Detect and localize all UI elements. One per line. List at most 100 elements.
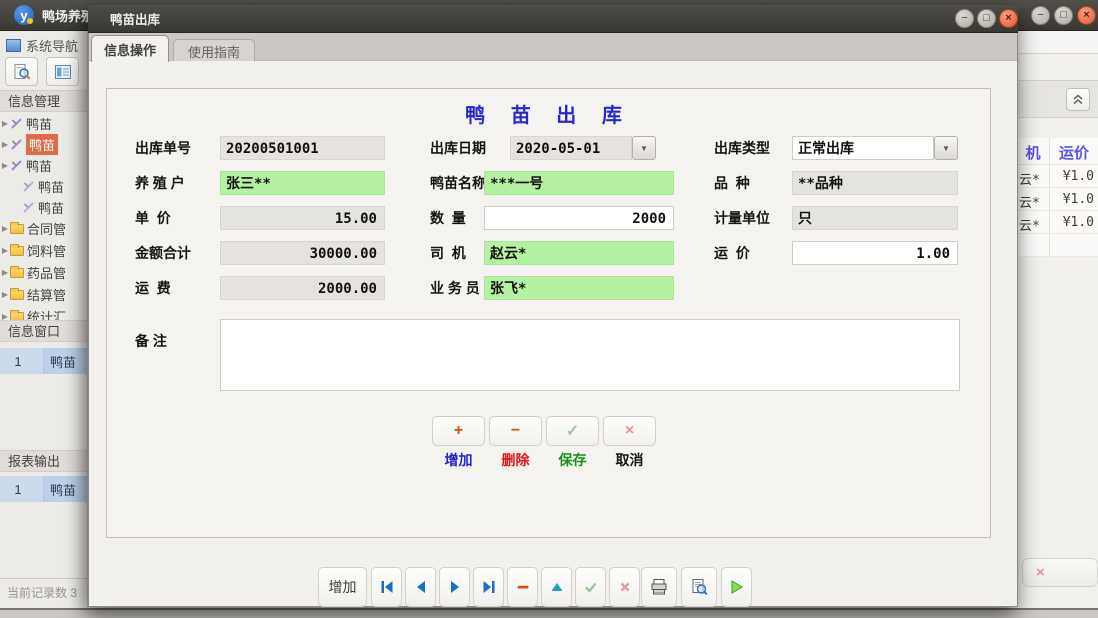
- collapse-button[interactable]: [1066, 88, 1090, 111]
- run-icon: [729, 579, 744, 595]
- dialog-maximize-button[interactable]: □: [977, 9, 996, 28]
- field-label: 出库类型: [714, 136, 770, 160]
- run-button[interactable]: [721, 567, 752, 607]
- save-label: 保存: [546, 450, 599, 470]
- tree-label: 鸭苗: [38, 198, 64, 217]
- bg-table-col-divider: [1049, 138, 1050, 257]
- tool-icon: [10, 138, 23, 151]
- tab-info-operation[interactable]: 信息操作: [91, 35, 169, 62]
- tree-item-settlement[interactable]: ▶ 结算管: [0, 284, 88, 305]
- form-tool-button[interactable]: [46, 57, 79, 86]
- tree-item-duckling-1[interactable]: ▶ 鸭苗: [0, 113, 88, 134]
- remark-input[interactable]: [220, 319, 960, 391]
- cross-icon: ×: [625, 422, 634, 440]
- freight-price-field[interactable]: 1.00: [792, 241, 958, 265]
- expand-arrow-icon[interactable]: ▶: [0, 140, 10, 149]
- last-record-button[interactable]: [473, 567, 504, 607]
- tree-item-feed[interactable]: ▶ 饲料管: [0, 240, 88, 261]
- tree-label: 鸭苗: [26, 114, 52, 133]
- delete-record-button[interactable]: [507, 567, 538, 607]
- farmer-field[interactable]: 张三**: [220, 171, 385, 195]
- expand-arrow-icon[interactable]: ▶: [0, 246, 10, 255]
- expand-arrow-icon[interactable]: ▶: [0, 290, 10, 299]
- toolbar-add-button[interactable]: 增加: [318, 567, 367, 607]
- report-output-row[interactable]: 1 鸭苗: [0, 476, 88, 502]
- field-label: 运 费: [135, 276, 171, 300]
- expand-arrow-icon[interactable]: ▶: [0, 268, 10, 277]
- remark-label: 备 注: [135, 329, 167, 353]
- expand-arrow-icon[interactable]: ▶: [0, 119, 10, 128]
- salesman-field[interactable]: 张飞*: [484, 276, 674, 300]
- type-dropdown-button[interactable]: ▼: [934, 136, 958, 160]
- field-label: 出库日期: [430, 136, 486, 160]
- main-close-button[interactable]: ×: [1077, 6, 1096, 25]
- dialog-titlebar[interactable]: 鸭苗出库 − □ ×: [88, 5, 1018, 33]
- field-label: 金额合计: [135, 241, 191, 265]
- expand-arrow-icon[interactable]: ▶: [0, 224, 10, 233]
- tree-item-duckling-5[interactable]: 鸭苗: [0, 197, 88, 218]
- app-logo-icon: y: [14, 5, 34, 25]
- outbound-type-field[interactable]: 正常出库: [792, 136, 934, 160]
- chevron-down-icon: ▼: [942, 144, 950, 153]
- first-record-button[interactable]: [371, 567, 402, 607]
- duckling-name-field[interactable]: ***一号: [484, 171, 674, 195]
- tree-label-selected: 鸭苗: [26, 134, 58, 155]
- field-label: 运 价: [714, 241, 750, 265]
- tree-label: 结算管: [27, 285, 66, 304]
- close-icon: ×: [1005, 13, 1011, 24]
- date-dropdown-button[interactable]: ▼: [632, 136, 656, 160]
- cross-icon: ×: [1036, 564, 1045, 581]
- dialog-minimize-button[interactable]: −: [955, 9, 974, 28]
- close-icon: ×: [1083, 10, 1089, 21]
- add-button[interactable]: +: [432, 416, 485, 446]
- bg-table-cell-price: ¥1.0: [1054, 215, 1094, 230]
- section-header-report: 报表输出: [0, 450, 88, 472]
- save-button[interactable]: ✓: [546, 416, 599, 446]
- post-check-icon: [583, 580, 598, 594]
- main-minimize-button[interactable]: −: [1031, 6, 1050, 25]
- tree-item-medicine[interactable]: ▶ 药品管: [0, 262, 88, 283]
- tool-icon: [22, 180, 35, 193]
- plus-icon: +: [454, 422, 463, 440]
- print-button[interactable]: [641, 567, 677, 607]
- quantity-field[interactable]: 2000: [484, 206, 674, 230]
- outbound-date-field[interactable]: 2020-05-01: [510, 136, 632, 160]
- driver-field[interactable]: 赵云*: [484, 241, 674, 265]
- prev-record-icon: [414, 580, 428, 594]
- dialog-close-button[interactable]: ×: [999, 9, 1018, 28]
- nav-toggle-label: 系统导航: [26, 36, 78, 55]
- tree-item-duckling-2-selected[interactable]: ▶ 鸭苗: [0, 134, 88, 155]
- tree-item-contract[interactable]: ▶ 合同管: [0, 218, 88, 239]
- last-record-icon: [481, 580, 497, 594]
- tree-item-duckling-4[interactable]: 鸭苗: [0, 176, 88, 197]
- info-window-row[interactable]: 1 鸭苗: [0, 348, 88, 374]
- section-header-info-window: 信息窗口: [0, 320, 88, 342]
- bg-table-line: [1018, 233, 1098, 234]
- bg-cancel-button[interactable]: ×: [1022, 558, 1098, 587]
- freight-cost-field: 2000.00: [220, 276, 385, 300]
- field-label: 数 量: [430, 206, 466, 230]
- total-amount-field: 30000.00: [220, 241, 385, 265]
- prev-record-button[interactable]: [405, 567, 436, 607]
- tab-user-guide[interactable]: 使用指南: [173, 39, 255, 62]
- bg-table-cell-driver: 云*: [1019, 215, 1040, 234]
- post-record-button[interactable]: [575, 567, 606, 607]
- tree-label: 鸭苗: [38, 177, 64, 196]
- search-tool-button[interactable]: [5, 57, 38, 86]
- bg-table-header-price: 运价: [1052, 142, 1096, 163]
- cancel-edit-button[interactable]: [609, 567, 640, 607]
- window-bottom-edge: [0, 608, 1098, 618]
- edit-record-button[interactable]: [541, 567, 572, 607]
- cancel-button[interactable]: ×: [603, 416, 656, 446]
- delete-button[interactable]: −: [489, 416, 542, 446]
- main-maximize-button[interactable]: □: [1054, 6, 1073, 25]
- next-record-button[interactable]: [439, 567, 470, 607]
- unit-field: 只: [792, 206, 958, 230]
- tree-item-duckling-3[interactable]: ▶ 鸭苗: [0, 155, 88, 176]
- nav-toggle-button[interactable]: 系统导航: [6, 34, 88, 56]
- status-divider: [0, 578, 88, 579]
- expand-arrow-icon[interactable]: ▶: [0, 161, 10, 170]
- record-count-status: 当前记录数 3: [7, 584, 77, 601]
- app-root: y 鸭场养殖合 − □ × 系统导航: [0, 0, 1098, 618]
- print-preview-button[interactable]: [681, 567, 717, 607]
